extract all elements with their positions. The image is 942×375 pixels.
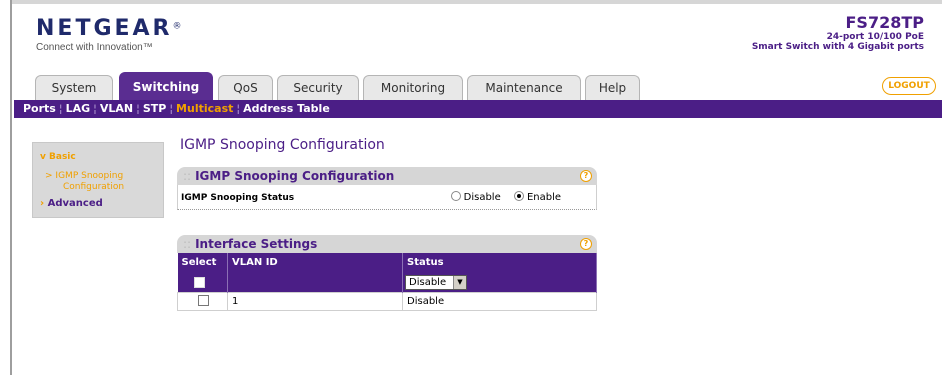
table-edit-row: Disable ▼: [177, 271, 597, 292]
subnav-vlan[interactable]: VLAN: [100, 102, 133, 115]
logout-button[interactable]: LOGOUT: [882, 77, 936, 95]
interface-settings-table: Select VLAN ID Status Disable ▼ 1 Disabl…: [177, 253, 597, 311]
sidebar: v Basic > IGMP Snooping Configuration › …: [32, 142, 164, 218]
igmp-snooping-status-label: IGMP Snooping Status: [181, 193, 295, 203]
chevron-right-icon: ›: [40, 198, 45, 209]
model-description-line-2: Smart Switch with 4 Gigabit ports: [751, 42, 924, 52]
logo-registered-mark: ®: [172, 21, 182, 32]
tab-help[interactable]: Help: [585, 75, 640, 101]
row-status: Disable: [402, 291, 597, 311]
panel-title: IGMP Snooping Configuration: [195, 169, 395, 183]
sub-navigation: Ports ¦ LAG ¦ VLAN ¦ STP ¦ Multicast ¦ Address Tab…: [14, 100, 942, 118]
panel-title: Interface Settings: [195, 237, 318, 251]
panel-header: :: IGMP Snooping Configuration ?: [177, 167, 597, 185]
sidebar-advanced[interactable]: › Advanced: [40, 198, 103, 209]
window-frame-left: [0, 0, 12, 375]
column-header-vlan-id: VLAN ID: [227, 253, 403, 271]
subnav-ports[interactable]: Ports: [23, 102, 56, 115]
igmp-config-panel: :: IGMP Snooping Configuration ? IGMP Sno…: [177, 167, 597, 210]
help-icon[interactable]: ?: [580, 170, 592, 182]
chevron-right-icon: >: [45, 171, 53, 181]
sidebar-advanced-label: Advanced: [47, 198, 103, 209]
status-select[interactable]: Disable ▼: [405, 274, 467, 290]
column-header-status: Status: [402, 253, 597, 271]
select-all-checkbox[interactable]: [193, 276, 205, 288]
status-select-value: Disable: [409, 276, 447, 288]
tab-qos[interactable]: QoS: [218, 75, 273, 101]
tab-monitoring[interactable]: Monitoring: [363, 75, 463, 101]
row-vlan-id: 1: [227, 291, 403, 311]
model-description-line-1: 24-port 10/100 PoE: [826, 32, 924, 42]
model-name: FS728TP: [845, 13, 925, 32]
radio-disable-label: Disable: [463, 192, 501, 203]
model-info: FS728TP 24-port 10/100 PoE Smart Switch …: [752, 13, 924, 52]
netgear-logo: NETGEAR® Connect with Innovation™: [36, 16, 182, 53]
radio-enable[interactable]: Enable: [513, 191, 561, 203]
logo-text: NETGEAR: [36, 16, 173, 41]
subnav-multicast[interactable]: Multicast: [176, 102, 233, 115]
row-select-checkbox[interactable]: [198, 295, 209, 307]
igmp-snooping-status-radio-group: Disable Enable: [450, 191, 561, 203]
radio-enable-icon[interactable]: [513, 191, 524, 201]
page-title: IGMP Snooping Configuration: [180, 137, 385, 153]
chevron-down-icon: v: [40, 152, 46, 162]
sidebar-basic-label: Basic: [49, 152, 76, 162]
logo-tagline: Connect with Innovation™: [36, 42, 153, 53]
header: NETGEAR® Connect with Innovation™ FS728T…: [14, 4, 942, 72]
radio-disable[interactable]: Disable: [450, 191, 501, 203]
edit-row-vlan-id: [227, 271, 403, 292]
tab-switching[interactable]: Switching: [119, 72, 213, 101]
tab-system[interactable]: System: [35, 75, 113, 101]
radio-disable-icon[interactable]: [450, 191, 461, 201]
subnav-stp[interactable]: STP: [143, 102, 167, 115]
panel-header: :: Interface Settings ?: [177, 235, 597, 253]
sidebar-item-label-line-2: Configuration: [63, 182, 125, 192]
sidebar-basic[interactable]: v Basic: [40, 152, 76, 162]
sidebar-item-label-line-1: IGMP Snooping: [55, 171, 124, 181]
tab-maintenance[interactable]: Maintenance: [467, 75, 581, 101]
column-header-select: Select: [177, 253, 228, 271]
table-row: 1 Disable: [177, 291, 597, 311]
radio-enable-label: Enable: [526, 192, 561, 203]
main-tab-bar: System Switching QoS Security Monitoring…: [14, 72, 942, 101]
sidebar-item-igmp-snooping-configuration[interactable]: > IGMP Snooping Configuration: [45, 171, 161, 193]
subnav-address-table[interactable]: Address Table: [243, 102, 330, 115]
dropdown-arrow-icon[interactable]: ▼: [453, 275, 466, 289]
subnav-lag[interactable]: LAG: [66, 102, 91, 115]
help-icon[interactable]: ?: [580, 238, 592, 250]
tab-security[interactable]: Security: [277, 75, 359, 101]
interface-settings-panel: :: Interface Settings ? Select VLAN ID St…: [177, 235, 597, 311]
panel-body: IGMP Snooping Status Disable Enable: [177, 185, 597, 210]
